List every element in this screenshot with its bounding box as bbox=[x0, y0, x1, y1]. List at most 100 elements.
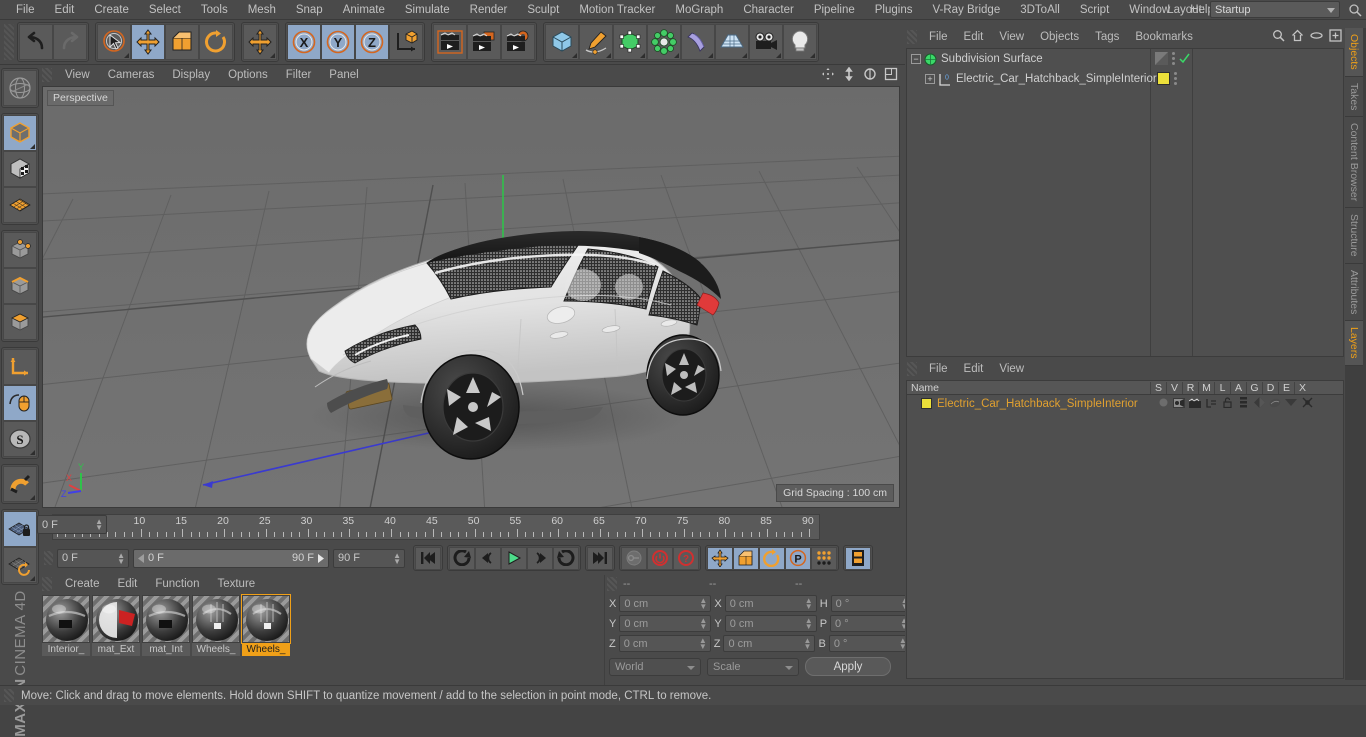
layers-column-header-s[interactable]: S bbox=[1150, 381, 1166, 394]
redo-button[interactable] bbox=[53, 24, 87, 60]
layers-menu-file[interactable]: File bbox=[921, 360, 956, 378]
tool-options-corner[interactable] bbox=[776, 53, 781, 58]
timeline-ruler[interactable]: 051015202530354045505560657075808590 bbox=[52, 514, 820, 540]
check-icon[interactable] bbox=[1179, 53, 1190, 64]
layer-row[interactable]: Electric_Car_Hatchback_SimpleInterior bbox=[907, 395, 1343, 412]
menu-item-script[interactable]: Script bbox=[1070, 0, 1119, 20]
maximize-icon[interactable] bbox=[884, 67, 898, 81]
step-back-button[interactable] bbox=[475, 546, 501, 570]
ellipse-icon[interactable] bbox=[1310, 29, 1323, 42]
viewport-menu-display[interactable]: Display bbox=[163, 66, 219, 84]
material-item[interactable]: mat_Ext bbox=[92, 595, 140, 656]
playback-grip[interactable] bbox=[44, 551, 53, 565]
menu-item-mesh[interactable]: Mesh bbox=[238, 0, 286, 20]
material-panel-grip[interactable] bbox=[42, 577, 52, 591]
polygon-mode-button[interactable] bbox=[3, 304, 37, 340]
end-frame-field[interactable]: 90 F ▲ ▼ bbox=[333, 548, 405, 568]
coordinate-mode-dropdown[interactable]: Scale bbox=[707, 657, 799, 676]
home-icon[interactable] bbox=[1291, 29, 1304, 42]
material-menu-texture[interactable]: Texture bbox=[208, 575, 264, 593]
layers-column-header-g[interactable]: G bbox=[1246, 381, 1262, 394]
tool-options-corner[interactable] bbox=[572, 53, 577, 58]
layers-column-header-a[interactable]: A bbox=[1230, 381, 1246, 394]
move-tool[interactable] bbox=[131, 24, 165, 60]
world-object-coord-button[interactable] bbox=[389, 24, 423, 60]
position-y-field[interactable]: 0 cm ▲ ▼ bbox=[619, 615, 712, 632]
plus-box-icon[interactable] bbox=[1329, 29, 1342, 42]
object-manager-grip[interactable] bbox=[907, 30, 917, 44]
object-axis-mode-button[interactable] bbox=[3, 349, 37, 385]
material-menu-edit[interactable]: Edit bbox=[109, 575, 147, 593]
right-tab-attributes[interactable]: Attributes bbox=[1345, 263, 1363, 322]
menu-item-tools[interactable]: Tools bbox=[191, 0, 238, 20]
undo-button[interactable] bbox=[19, 24, 53, 60]
layers-column-header-x[interactable]: X bbox=[1294, 381, 1310, 394]
orbit-icon[interactable] bbox=[863, 67, 877, 81]
layers-column-header-r[interactable]: R bbox=[1182, 381, 1198, 394]
menu-item-sculpt[interactable]: Sculpt bbox=[517, 0, 569, 20]
spinner-icon[interactable]: ▲▼ bbox=[805, 597, 813, 611]
keyframe-selection-button[interactable]: ? bbox=[673, 546, 699, 570]
layer-lock-toggle[interactable] bbox=[1219, 397, 1235, 408]
tool-options-corner[interactable] bbox=[30, 144, 35, 149]
pan-icon[interactable] bbox=[821, 67, 835, 81]
search-icon[interactable] bbox=[1272, 29, 1285, 42]
rotation-p-field[interactable]: 0 °▲▼ bbox=[830, 615, 913, 632]
layer-manager-toggle[interactable] bbox=[1203, 398, 1219, 408]
scale-key-button[interactable] bbox=[733, 546, 759, 570]
material-menu-create[interactable]: Create bbox=[56, 575, 109, 593]
rotate-tool[interactable] bbox=[199, 24, 233, 60]
object-manager-tree[interactable]: − Subdivision Surface + 0 Electric_Car_H… bbox=[906, 48, 1344, 357]
tag-dots-icon[interactable] bbox=[1174, 72, 1177, 85]
layers-column-header-v[interactable]: V bbox=[1166, 381, 1182, 394]
spinner-icon[interactable]: ▲▼ bbox=[393, 551, 401, 565]
menu-item-3dtoall[interactable]: 3DToAll bbox=[1010, 0, 1070, 20]
layers-column-header-l[interactable]: L bbox=[1214, 381, 1230, 394]
spinner-icon[interactable]: ▲▼ bbox=[699, 617, 707, 631]
viewport-panel-grip[interactable] bbox=[42, 68, 52, 82]
tool-options-corner[interactable] bbox=[606, 53, 611, 58]
menu-item-simulate[interactable]: Simulate bbox=[395, 0, 460, 20]
right-tab-takes[interactable]: Takes bbox=[1345, 76, 1363, 118]
tool-options-corner[interactable] bbox=[30, 576, 35, 581]
live-selection-tool[interactable] bbox=[97, 24, 131, 60]
viewport-menu-view[interactable]: View bbox=[56, 66, 99, 84]
add-generator-button[interactable] bbox=[613, 24, 647, 60]
layers-column-header-d[interactable]: D bbox=[1262, 381, 1278, 394]
timeline-frame-field[interactable]: 0 F ▲ ▼ bbox=[37, 515, 107, 534]
material-item[interactable]: mat_Int bbox=[142, 595, 190, 656]
spinner-icon[interactable]: ▲▼ bbox=[117, 551, 125, 565]
layer-expression-toggle[interactable] bbox=[1283, 398, 1299, 407]
material-tag-icon[interactable] bbox=[1157, 72, 1170, 85]
tool-options-corner[interactable] bbox=[674, 53, 679, 58]
add-light-button[interactable] bbox=[783, 24, 817, 60]
render-view-button[interactable] bbox=[433, 24, 467, 60]
tool-options-corner[interactable] bbox=[30, 495, 35, 500]
right-tab-objects[interactable]: Objects bbox=[1345, 28, 1363, 77]
coordinates-panel-grip[interactable] bbox=[607, 577, 617, 591]
texture-mode-button[interactable] bbox=[3, 151, 37, 187]
layers-list[interactable]: Electric_Car_Hatchback_SimpleInterior bbox=[906, 395, 1344, 679]
tag-dots-icon[interactable] bbox=[1172, 52, 1175, 65]
layers-menu-edit[interactable]: Edit bbox=[956, 360, 992, 378]
tool-options-corner[interactable] bbox=[270, 53, 275, 58]
layer-generator-toggle[interactable] bbox=[1251, 397, 1267, 408]
rotation-b-field[interactable]: 0 ° ▲ ▼ bbox=[828, 635, 911, 652]
coordinate-system-dropdown[interactable]: World bbox=[609, 657, 701, 676]
spinner-icon[interactable]: ▲▼ bbox=[699, 597, 707, 611]
viewport-menu-filter[interactable]: Filter bbox=[277, 66, 321, 84]
material-preview-sphere[interactable] bbox=[241, 594, 291, 644]
add-floor-button[interactable] bbox=[715, 24, 749, 60]
viewport-menu-options[interactable]: Options bbox=[219, 66, 277, 84]
position-z-field[interactable]: 0 cm ▲ ▼ bbox=[618, 635, 711, 652]
object-row-electric-car[interactable]: + 0 Electric_Car_Hatchback_SimpleInterio… bbox=[907, 69, 1343, 89]
range-start-handle-icon[interactable] bbox=[137, 553, 145, 563]
layer-color-swatch[interactable] bbox=[921, 398, 932, 409]
rotation-key-button[interactable] bbox=[759, 546, 785, 570]
material-menu-function[interactable]: Function bbox=[146, 575, 208, 593]
right-tab-content-browser[interactable]: Content Browser bbox=[1345, 117, 1363, 209]
layers-column-header-m[interactable]: M bbox=[1198, 381, 1214, 394]
step-forward-button[interactable] bbox=[527, 546, 553, 570]
point-mode-button[interactable] bbox=[3, 232, 37, 268]
position-key-button[interactable] bbox=[707, 546, 733, 570]
